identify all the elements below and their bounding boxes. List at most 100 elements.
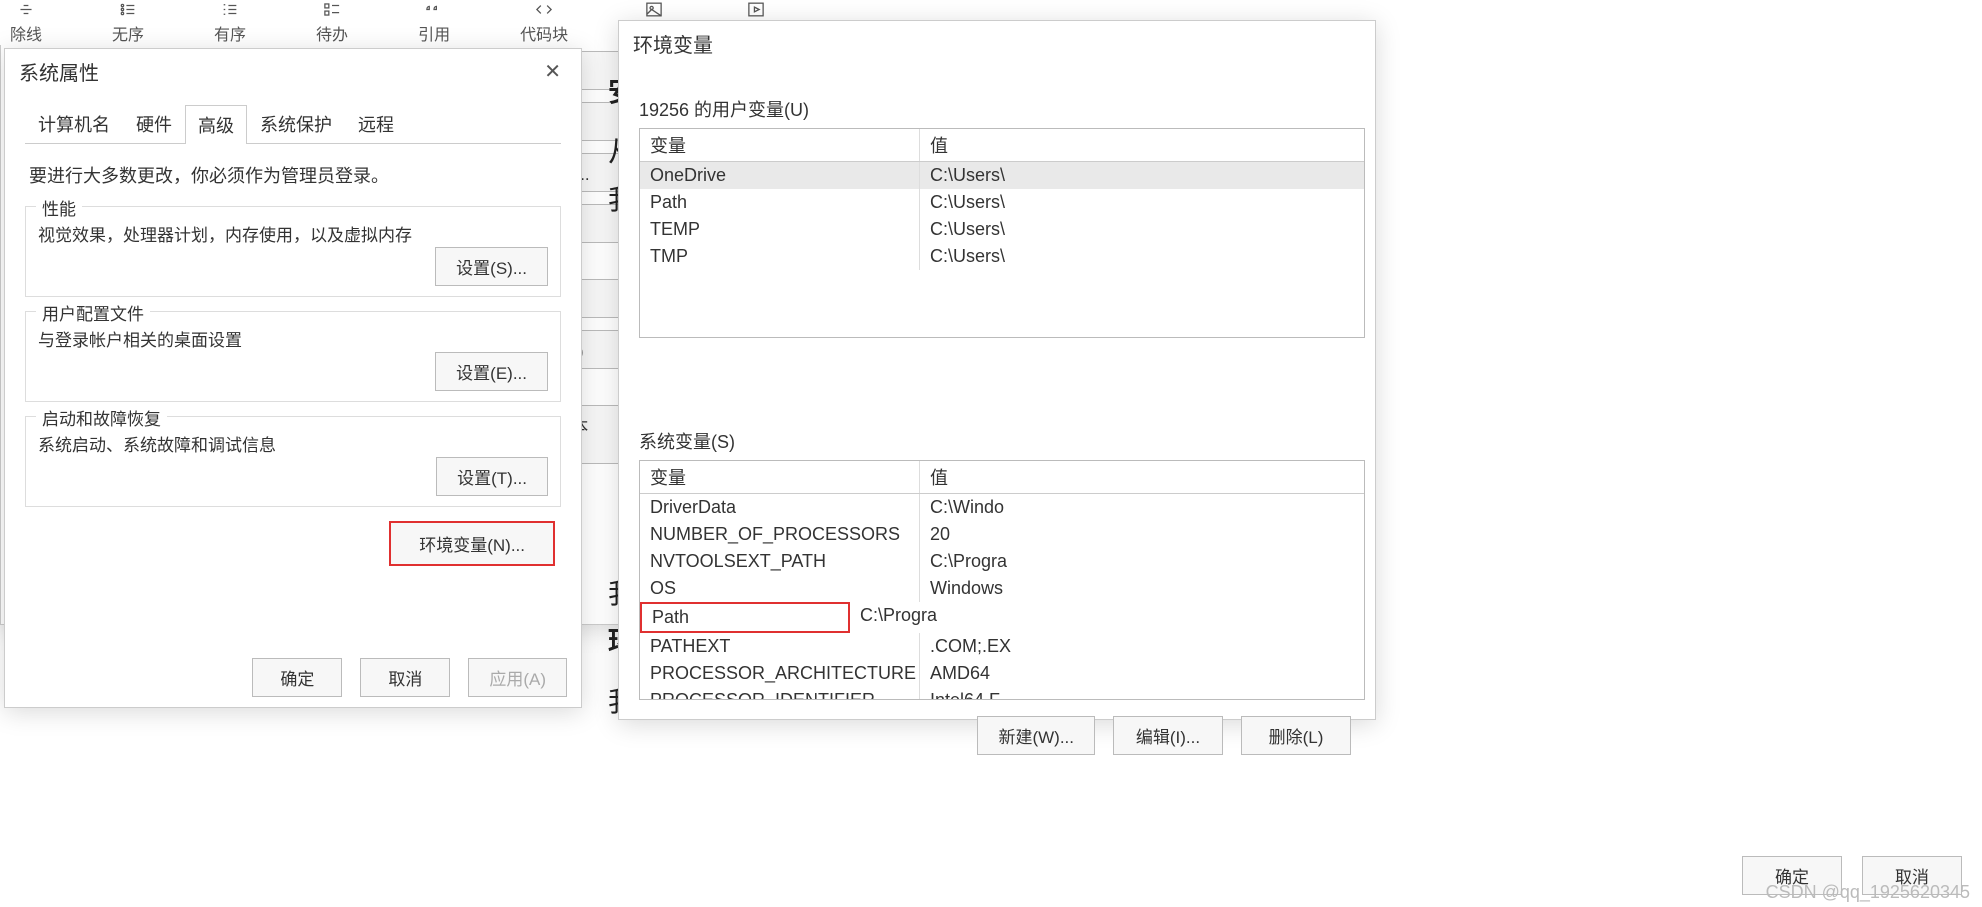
tab-remote[interactable]: 远程 <box>345 104 407 143</box>
delete-button[interactable]: 删除(L) <box>1241 716 1351 755</box>
tab-advanced[interactable]: 高级 <box>185 105 247 144</box>
quote-icon <box>422 0 446 19</box>
apply-button[interactable]: 应用(A) <box>468 658 567 697</box>
ul-icon <box>116 0 140 19</box>
table-row[interactable]: DriverDataC:\Windo <box>640 494 1364 521</box>
ok-button[interactable]: 确定 <box>252 658 342 697</box>
cell-var: PROCESSOR_IDENTIFIER <box>640 687 920 700</box>
cell-val: AMD64 <box>920 660 1364 687</box>
dialog-title: 系统属性 <box>19 57 99 86</box>
col-value: 值 <box>920 461 1364 493</box>
cell-var: NVTOOLSEXT_PATH <box>640 548 920 575</box>
new-button[interactable]: 新建(W)... <box>977 716 1095 755</box>
tab-system-protection[interactable]: 系统保护 <box>247 104 345 143</box>
startup-settings-button[interactable]: 设置(T)... <box>436 457 548 496</box>
table-row[interactable]: PathC:\Progra <box>640 602 1364 633</box>
ol-icon <box>218 0 242 19</box>
cell-val: C:\Users\ <box>920 243 1364 270</box>
table-row[interactable]: OneDriveC:\Users\ <box>640 162 1364 189</box>
toolbar-strike[interactable]: 除线 <box>10 0 42 45</box>
cell-var: Path <box>640 189 920 216</box>
todo-icon <box>320 0 344 19</box>
table-row[interactable]: TEMPC:\Users\ <box>640 216 1364 243</box>
toolbar-label: 代码块 <box>520 21 568 45</box>
table-header: 变量 值 <box>640 461 1364 494</box>
cell-val: C:\Users\ <box>920 216 1364 243</box>
table-header: 变量 值 <box>640 129 1364 162</box>
toolbar-label: 除线 <box>10 21 42 45</box>
toolbar-code[interactable]: 代码块 <box>520 0 568 45</box>
cell-val: C:\Progra <box>920 548 1364 575</box>
image-icon <box>642 0 666 19</box>
environment-variables-button[interactable]: 环境变量(N)... <box>389 521 555 566</box>
group-performance: 性能 视觉效果，处理器计划，内存使用，以及虚拟内存 设置(S)... <box>25 206 561 297</box>
dialog-titlebar: 系统属性 ✕ <box>5 49 581 94</box>
table-row[interactable]: OSWindows <box>640 575 1364 602</box>
admin-message: 要进行大多数更改，你必须作为管理员登录。 <box>29 162 557 188</box>
dialog-footer: 确定 取消 应用(A) <box>252 658 567 697</box>
table-row[interactable]: NVTOOLSEXT_PATHC:\Progra <box>640 548 1364 575</box>
col-variable: 变量 <box>640 129 920 161</box>
toolbar-label: 引用 <box>418 21 450 45</box>
tab-hardware[interactable]: 硬件 <box>123 104 185 143</box>
cell-val: C:\Windo <box>920 494 1364 521</box>
group-desc: 视觉效果，处理器计划，内存使用，以及虚拟内存 <box>38 221 548 246</box>
group-label: 性能 <box>36 195 82 220</box>
environment-variables-dialog: 环境变量 19256 的用户变量(U) 变量 值 OneDriveC:\User… <box>618 20 1376 720</box>
table-row[interactable]: PROCESSOR_ARCHITECTUREAMD64 <box>640 660 1364 687</box>
system-properties-dialog: 系统属性 ✕ 计算机名 硬件 高级 系统保护 远程 要进行大多数更改，你必须作为… <box>4 48 582 708</box>
profile-settings-button[interactable]: 设置(E)... <box>435 352 548 391</box>
table-row[interactable]: PATHEXT.COM;.EX <box>640 633 1364 660</box>
cell-val: Intel64 F <box>920 687 1364 700</box>
toolbar-label: 有序 <box>214 21 246 45</box>
video-icon <box>744 0 768 19</box>
system-vars-label: 系统变量(S) <box>639 428 1355 454</box>
tabs: 计算机名 硬件 高级 系统保护 远程 <box>25 104 561 144</box>
cell-val: C:\Users\ <box>920 189 1364 216</box>
cell-val: Windows <box>920 575 1364 602</box>
cell-var: Path <box>640 602 850 633</box>
cell-val: .COM;.EX <box>920 633 1364 660</box>
toolbar-label: 待办 <box>316 21 348 45</box>
cell-var: PROCESSOR_ARCHITECTURE <box>640 660 920 687</box>
table-row[interactable]: PROCESSOR_IDENTIFIERIntel64 F <box>640 687 1364 700</box>
group-label: 启动和故障恢复 <box>36 405 167 430</box>
dialog-title: 环境变量 <box>633 29 713 58</box>
dialog-titlebar: 环境变量 <box>619 21 1375 66</box>
cell-var: DriverData <box>640 494 920 521</box>
tab-computer-name[interactable]: 计算机名 <box>25 104 123 143</box>
cell-var: PATHEXT <box>640 633 920 660</box>
close-icon[interactable]: ✕ <box>538 59 567 84</box>
group-user-profile: 用户配置文件 与登录帐户相关的桌面设置 设置(E)... <box>25 311 561 402</box>
table-row[interactable]: TMPC:\Users\ <box>640 243 1364 270</box>
toolbar-ul[interactable]: 无序 <box>112 0 144 45</box>
toolbar-ol[interactable]: 有序 <box>214 0 246 45</box>
group-startup-recovery: 启动和故障恢复 系统启动、系统故障和调试信息 设置(T)... <box>25 416 561 507</box>
edit-button[interactable]: 编辑(I)... <box>1113 716 1223 755</box>
user-vars-label: 19256 的用户变量(U) <box>639 96 1355 122</box>
cell-var: OS <box>640 575 920 602</box>
table-row[interactable]: NUMBER_OF_PROCESSORS20 <box>640 521 1364 548</box>
toolbar-todo[interactable]: 待办 <box>316 0 348 45</box>
performance-settings-button[interactable]: 设置(S)... <box>435 247 548 286</box>
group-label: 用户配置文件 <box>36 300 150 325</box>
col-value: 值 <box>920 129 1364 161</box>
cell-val: C:\Progra <box>850 602 1364 633</box>
group-desc: 与登录帐户相关的桌面设置 <box>38 326 548 351</box>
cell-var: TEMP <box>640 216 920 243</box>
cancel-button[interactable]: 取消 <box>360 658 450 697</box>
code-icon <box>532 0 556 19</box>
env-buttons: 新建(W)... 编辑(I)... 删除(L) <box>635 716 1351 755</box>
cell-var: TMP <box>640 243 920 270</box>
system-vars-table[interactable]: 变量 值 DriverDataC:\WindoNUMBER_OF_PROCESS… <box>639 460 1365 700</box>
col-variable: 变量 <box>640 461 920 493</box>
group-desc: 系统启动、系统故障和调试信息 <box>38 431 548 456</box>
toolbar-label: 无序 <box>112 21 144 45</box>
cell-var: NUMBER_OF_PROCESSORS <box>640 521 920 548</box>
user-vars-table[interactable]: 变量 值 OneDriveC:\Users\PathC:\Users\TEMPC… <box>639 128 1365 338</box>
toolbar-quote[interactable]: 引用 <box>418 0 450 45</box>
table-row[interactable]: PathC:\Users\ <box>640 189 1364 216</box>
cell-var: OneDrive <box>640 162 920 189</box>
cell-val: 20 <box>920 521 1364 548</box>
watermark: CSDN @qq_1925620345 <box>1766 882 1970 903</box>
